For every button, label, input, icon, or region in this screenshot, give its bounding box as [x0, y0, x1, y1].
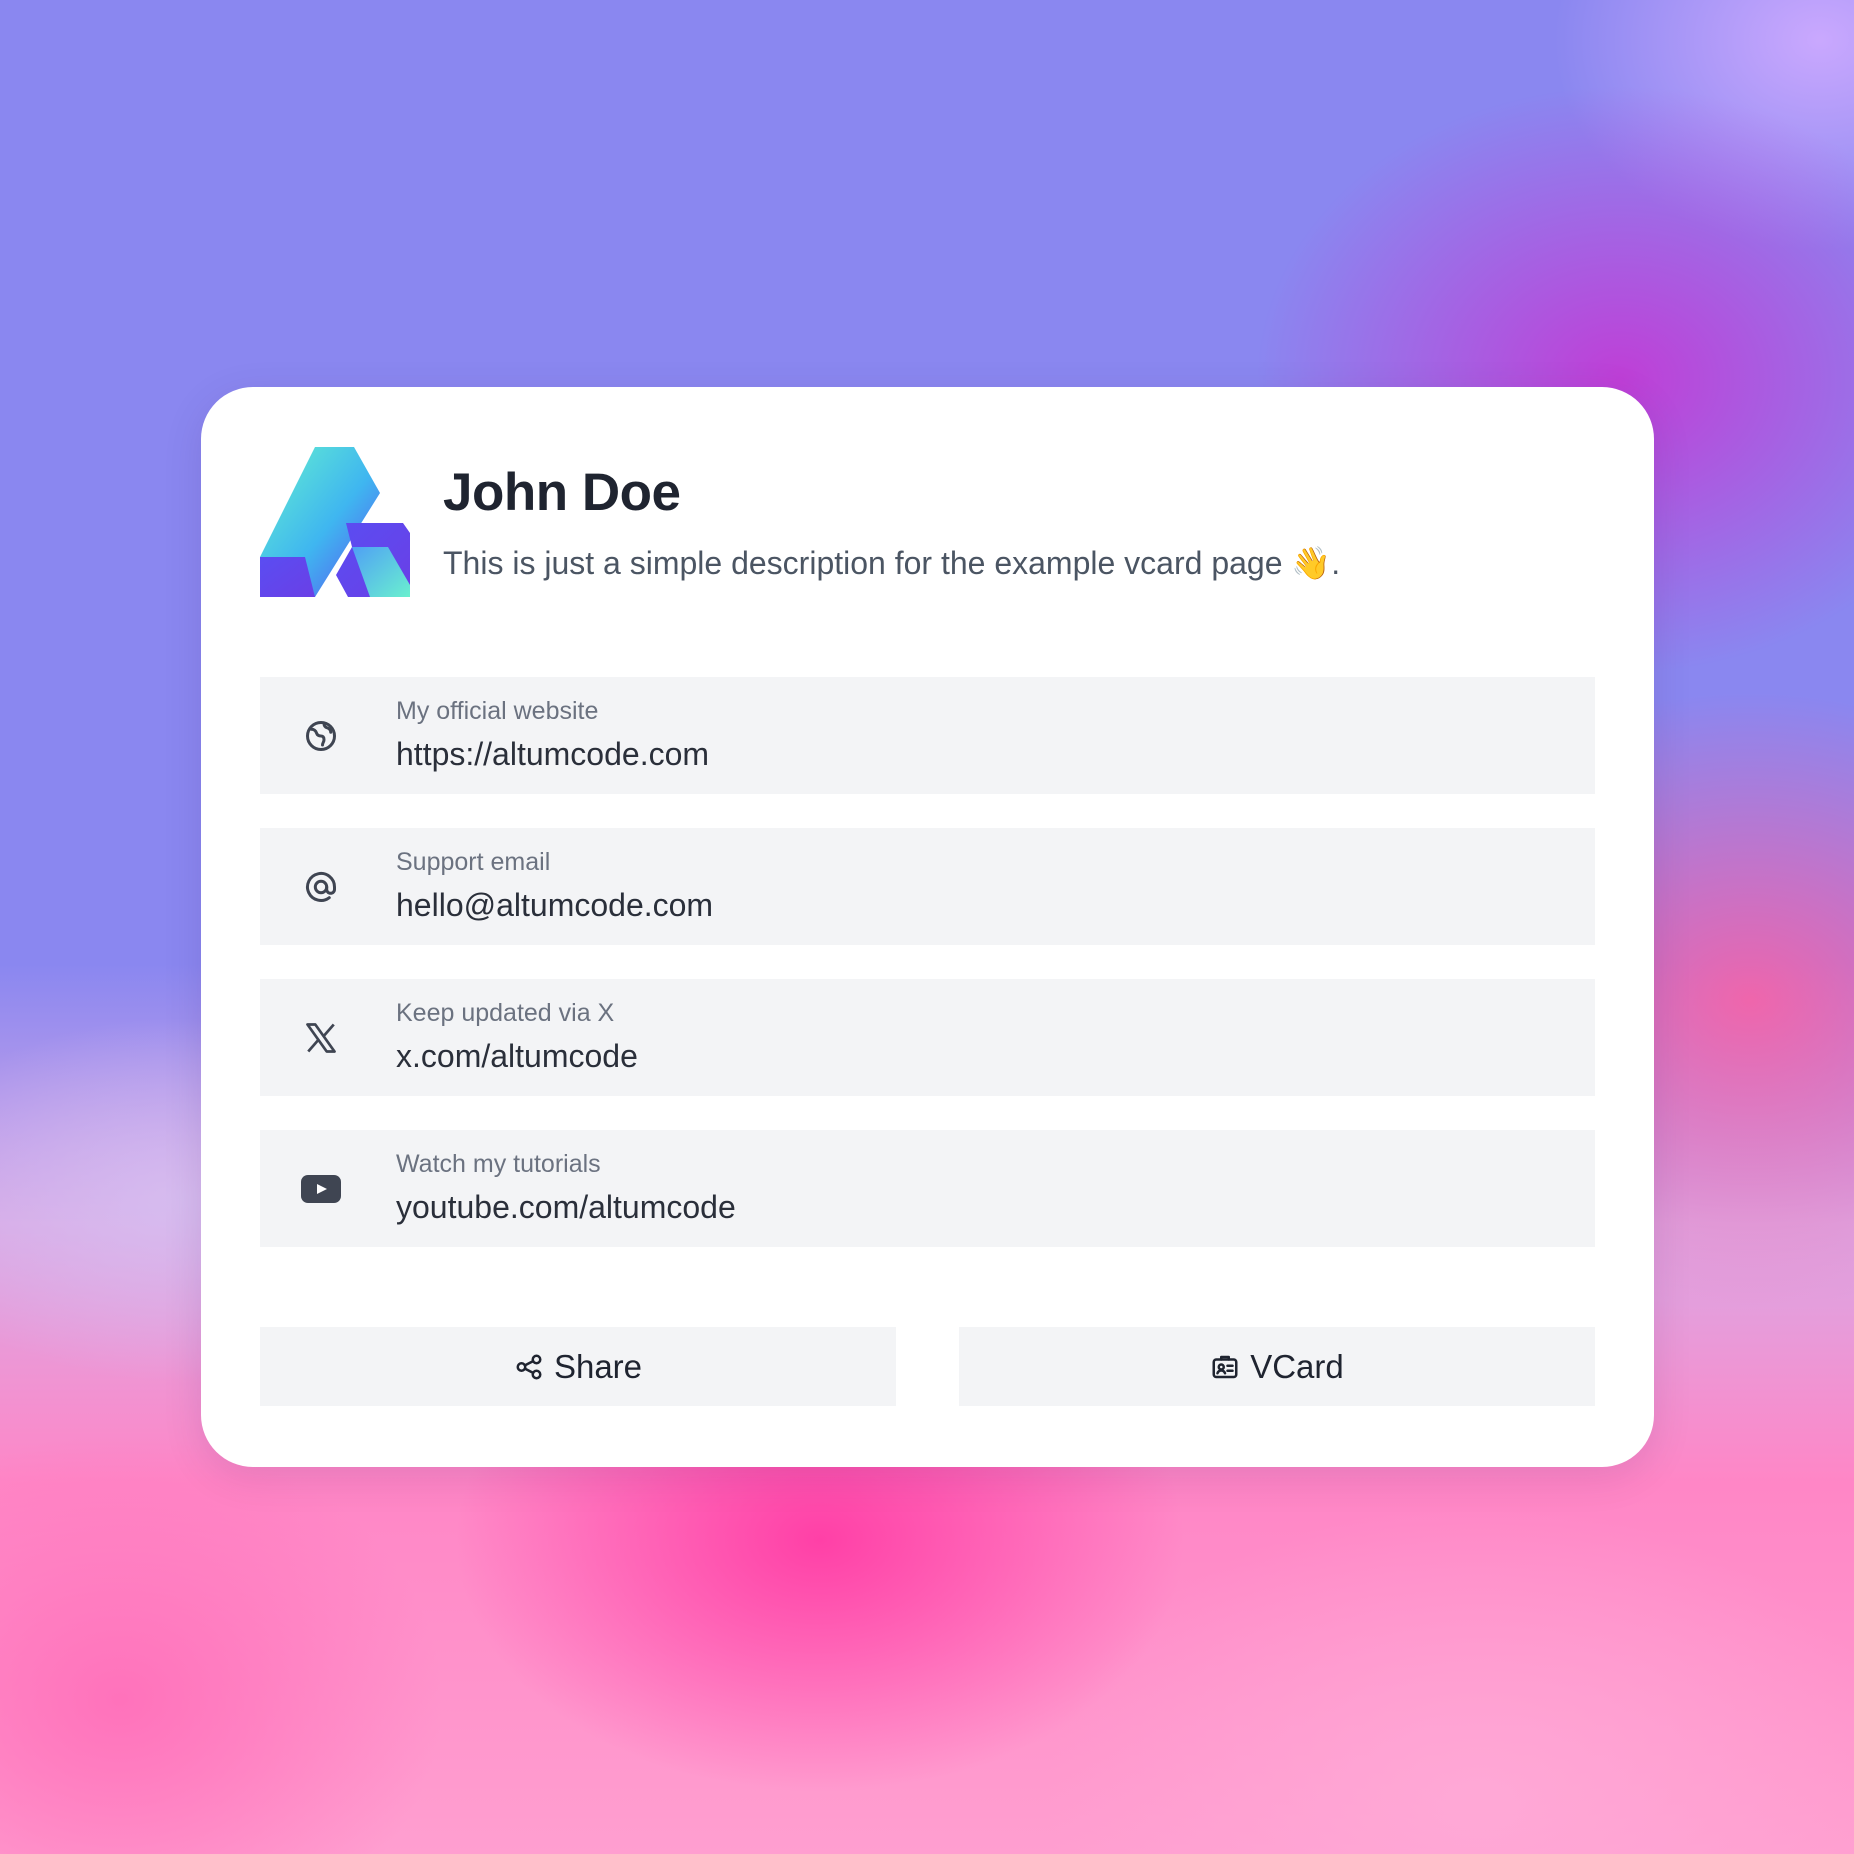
link-label: My official website: [396, 697, 599, 725]
x-logo-icon: [300, 1017, 342, 1059]
profile-header: John Doe This is just a simple descripti…: [260, 447, 1595, 597]
link-value: x.com/altumcode: [396, 1038, 638, 1074]
link-label: Watch my tutorials: [396, 1150, 601, 1178]
youtube-icon: [300, 1168, 342, 1210]
link-x[interactable]: Keep updated via X x.com/altumcode: [260, 979, 1595, 1096]
id-card-icon: [1210, 1352, 1240, 1382]
links-list: My official website https://altumcode.co…: [260, 677, 1595, 1281]
share-button-label: Share: [553, 1347, 643, 1385]
share-button[interactable]: Share: [260, 1327, 896, 1406]
link-value: https://altumcode.com: [396, 736, 710, 772]
vcard-button-label: VCard: [1250, 1347, 1344, 1385]
link-value: hello@altumcode.com: [396, 887, 714, 923]
action-bar: Share VCard: [260, 1327, 1595, 1406]
vcard-panel: John Doe This is just a simple descripti…: [201, 387, 1654, 1467]
share-icon: [514, 1352, 544, 1382]
globe-icon: [300, 715, 342, 757]
link-value: youtube.com/altumcode: [396, 1189, 736, 1225]
link-youtube[interactable]: Watch my tutorials youtube.com/altumcode: [260, 1130, 1595, 1247]
link-label: Keep updated via X: [396, 999, 615, 1027]
at-sign-icon: [300, 866, 342, 908]
profile-name: John Doe: [443, 463, 681, 522]
altumcode-logo: [260, 447, 410, 597]
profile-description: This is just a simple description for th…: [443, 545, 1341, 581]
link-website[interactable]: My official website https://altumcode.co…: [260, 677, 1595, 794]
vcard-button[interactable]: VCard: [959, 1327, 1595, 1406]
link-label: Support email: [396, 848, 551, 876]
link-email[interactable]: Support email hello@altumcode.com: [260, 828, 1595, 945]
